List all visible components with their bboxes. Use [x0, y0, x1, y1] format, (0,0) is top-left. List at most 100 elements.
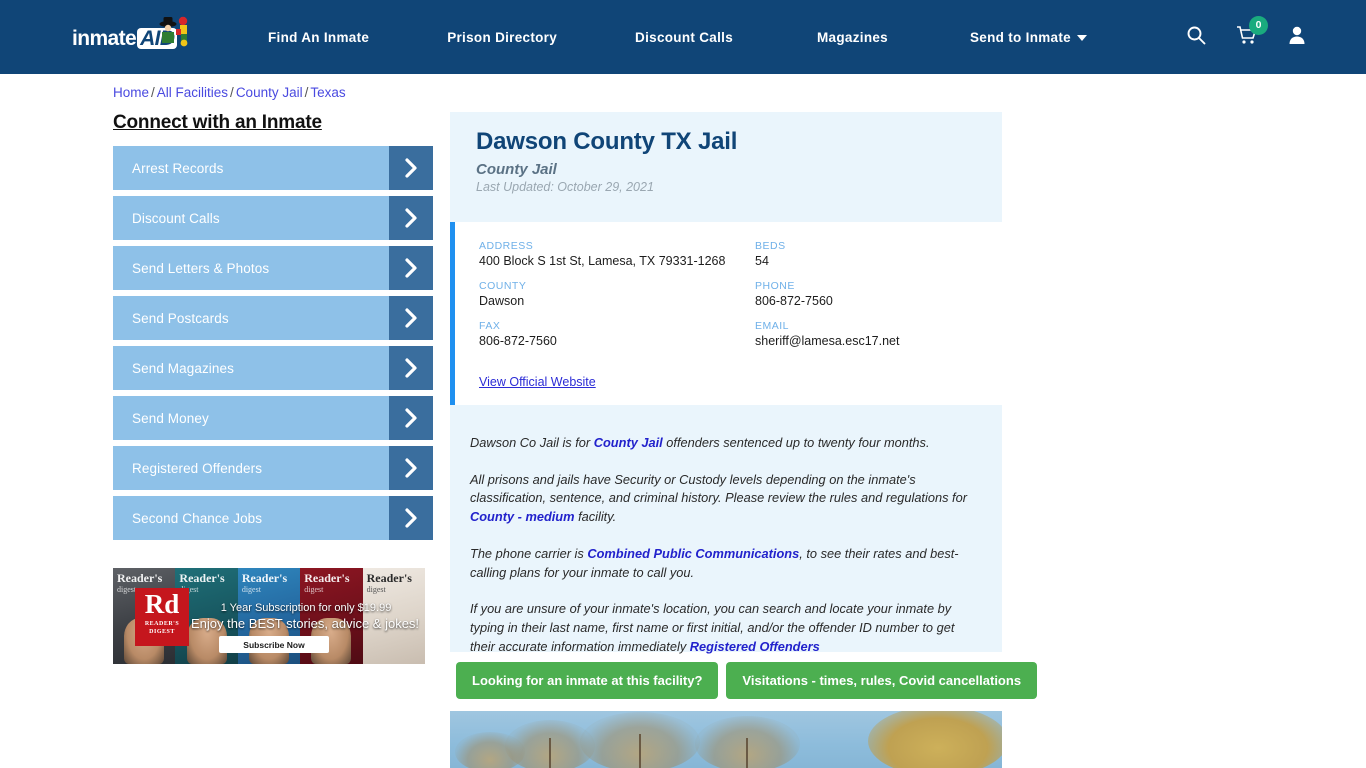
tree-trunk-decoration [639, 734, 641, 768]
ad-cover-subtitle: digest [304, 585, 324, 594]
sidebar-item-label: Arrest Records [132, 160, 224, 176]
breadcrumb-separator: / [230, 85, 234, 100]
description-paragraph-3: The phone carrier is Combined Public Com… [470, 545, 968, 582]
info-value: 806-872-7560 [755, 294, 833, 308]
info-field-beds: BEDS 54 [755, 240, 979, 269]
chevron-right-icon[interactable] [389, 396, 433, 440]
info-field-county: COUNTY Dawson [479, 280, 755, 309]
sidebar-item-label: Discount Calls [132, 210, 220, 226]
visitations-button[interactable]: Visitations - times, rules, Covid cancel… [726, 662, 1038, 699]
sidebar-item-label: Send Magazines [132, 360, 234, 376]
facility-type: County Jail [476, 161, 557, 178]
sidebar-item-second-chance-jobs[interactable]: Second Chance Jobs [113, 496, 433, 540]
facility-photo [450, 711, 1002, 768]
nav-link-send-to-inmate[interactable]: Send to Inmate [970, 30, 1087, 45]
looking-for-inmate-button[interactable]: Looking for an inmate at this facility? [456, 662, 719, 699]
desc-link-registered-offenders[interactable]: Registered Offenders [690, 639, 820, 654]
breadcrumb-item-texas[interactable]: Texas [310, 85, 345, 100]
info-label: FAX [479, 320, 501, 332]
description-paragraph-4: If you are unsure of your inmate's locat… [470, 600, 968, 656]
facility-info-grid: ADDRESS 400 Block S 1st St, Lamesa, TX 7… [479, 240, 979, 349]
user-account-icon[interactable] [1288, 25, 1306, 50]
desc-p1-text-a: Dawson Co Jail is for [470, 435, 594, 450]
site-logo[interactable]: inmate AID [72, 16, 196, 59]
info-field-email: EMAIL sheriff@lamesa.esc17.net [755, 320, 979, 349]
ad-cover-title: Reader's [366, 571, 412, 585]
sidebar-item-send-magazines[interactable]: Send Magazines [113, 346, 433, 390]
breadcrumb: Home / All Facilities / County Jail / Texas [113, 85, 346, 100]
nav-link-magazines[interactable]: Magazines [817, 30, 888, 45]
sidebar-item-send-postcards[interactable]: Send Postcards [113, 296, 433, 340]
autumn-tree-decoration [868, 711, 1002, 768]
ad-subscribe-button[interactable]: Subscribe Now [219, 636, 329, 653]
facility-last-updated: Last Updated: October 29, 2021 [476, 180, 654, 194]
info-label: PHONE [755, 280, 795, 292]
ad-cover-title: Reader's [241, 571, 288, 585]
page-title: Dawson County TX Jail [476, 128, 738, 155]
nav-link-prison-directory[interactable]: Prison Directory [447, 30, 557, 45]
ad-brand-mark: Rd READER'S DIGEST [135, 588, 189, 646]
info-field-address: ADDRESS 400 Block S 1st St, Lamesa, TX 7… [479, 240, 755, 269]
info-field-fax: FAX 806-872-7560 [479, 320, 755, 349]
sidebar-item-send-letters-photos[interactable]: Send Letters & Photos [113, 246, 433, 290]
tree-trunk-decoration [746, 738, 748, 768]
breadcrumb-separator: / [304, 85, 309, 100]
ad-brand-mark-initials: Rd [144, 589, 180, 619]
breadcrumb-item-home[interactable]: Home [113, 85, 149, 100]
chevron-down-icon [1076, 34, 1087, 41]
ad-brand-mark-line2: DIGEST [149, 629, 175, 635]
info-field-phone: PHONE 806-872-7560 [755, 280, 979, 309]
chevron-right-icon[interactable] [389, 446, 433, 490]
tree-decoration [455, 732, 525, 768]
info-value: 400 Block S 1st St, Lamesa, TX 79331-126… [479, 254, 726, 268]
desc-link-county-jail[interactable]: County Jail [594, 435, 663, 450]
sidebar: Connect with an Inmate Arrest Records Di… [113, 112, 433, 546]
sidebar-item-label: Second Chance Jobs [132, 510, 263, 526]
nav-link-send-to-inmate-label: Send to Inmate [970, 29, 1071, 45]
ad-brand-mark-line1: READER'S [144, 621, 180, 627]
facility-description: Dawson Co Jail is for County Jail offend… [470, 434, 968, 674]
sidebar-item-label: Send Postcards [132, 310, 229, 326]
sidebar-item-send-money[interactable]: Send Money [113, 396, 433, 440]
chevron-right-icon[interactable] [389, 496, 433, 540]
chevron-right-icon[interactable] [389, 346, 433, 390]
info-label: EMAIL [755, 320, 790, 332]
mascot-icon [159, 16, 188, 47]
ad-subheadline: Enjoy the BEST stories, advice & jokes! [190, 616, 420, 631]
desc-p3-text-a: The phone carrier is [470, 545, 588, 561]
cart-icon[interactable]: 0 [1236, 15, 1268, 50]
desc-link-phone-carrier[interactable]: Combined Public Communications [587, 546, 799, 561]
ad-cover-title: Reader's [117, 571, 163, 585]
desc-link-county-medium[interactable]: County - medium [470, 509, 575, 524]
breadcrumb-separator: / [151, 85, 155, 100]
top-navigation-bar: inmate AID Find An Inmate Prison Director… [0, 0, 1366, 74]
info-label: BEDS [755, 240, 786, 252]
info-value: Dawson [479, 294, 525, 308]
nav-link-find-an-inmate[interactable]: Find An Inmate [268, 30, 369, 45]
ad-cover-subtitle: digest [241, 585, 261, 594]
ad-cover-subtitle: digest [366, 585, 386, 594]
sidebar-item-arrest-records[interactable]: Arrest Records [113, 146, 433, 190]
chevron-right-icon[interactable] [389, 246, 433, 290]
view-official-website-link[interactable]: View Official Website [479, 375, 596, 389]
nav-link-discount-calls[interactable]: Discount Calls [635, 30, 733, 45]
search-icon[interactable] [1186, 25, 1206, 50]
tree-trunk-decoration [549, 738, 551, 768]
desc-p2-text-b: facility. [574, 509, 617, 525]
desc-p2-text-a: All prisons and jails have Security or C… [470, 471, 967, 506]
cta-button-row: Looking for an inmate at this facility? … [456, 662, 1038, 699]
info-value: 806-872-7560 [479, 334, 557, 348]
sidebar-item-label: Registered Offenders [132, 460, 263, 476]
chevron-right-icon[interactable] [389, 196, 433, 240]
advertisement-banner[interactable]: Reader's digest Reader's digest Reader's… [113, 568, 425, 664]
breadcrumb-item-all-facilities[interactable]: All Facilities [157, 85, 228, 100]
chevron-right-icon[interactable] [389, 296, 433, 340]
ad-cover-title: Reader's [179, 571, 225, 585]
breadcrumb-item-county-jail[interactable]: County Jail [236, 85, 303, 100]
sidebar-item-registered-offenders[interactable]: Registered Offenders [113, 446, 433, 490]
accent-bar [450, 222, 455, 405]
sidebar-item-discount-calls[interactable]: Discount Calls [113, 196, 433, 240]
info-label: ADDRESS [479, 240, 534, 252]
chevron-right-icon[interactable] [389, 146, 433, 190]
info-value: sheriff@lamesa.esc17.net [755, 334, 900, 348]
